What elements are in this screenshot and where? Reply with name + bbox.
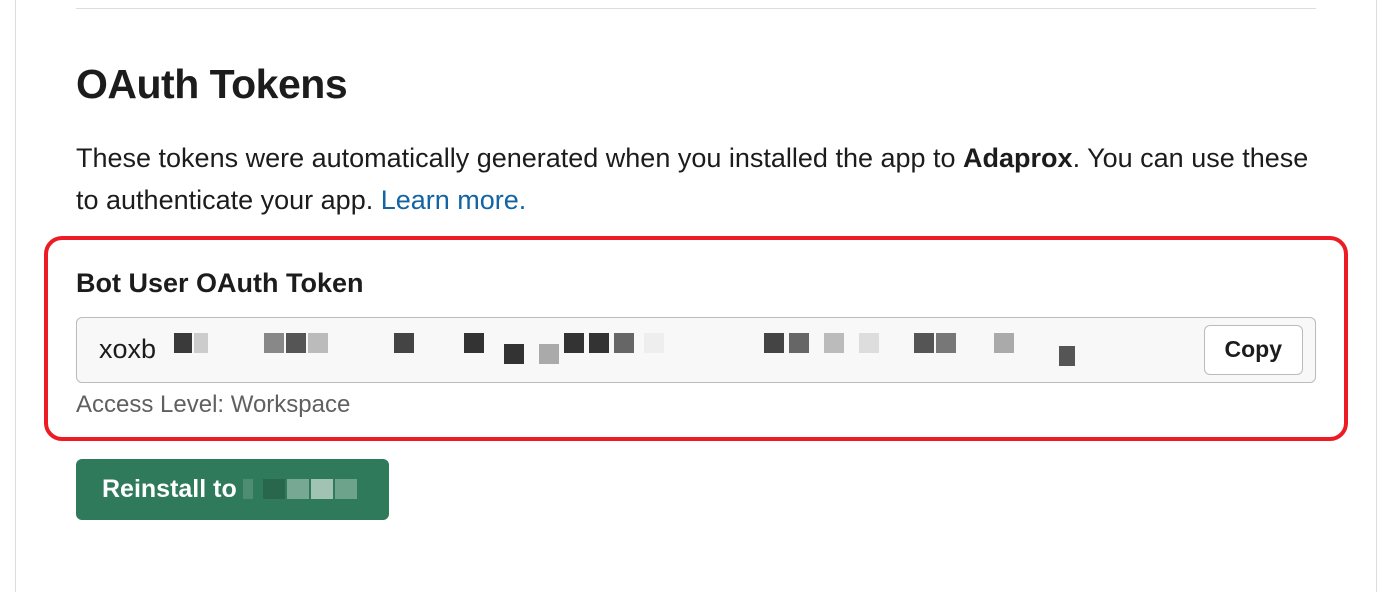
description-text-before: These tokens were automatically generate… [76,143,963,173]
section-description: These tokens were automatically generate… [76,138,1316,222]
token-redacted [164,330,1203,370]
workspace-name: Adaprox [963,143,1073,173]
token-highlight-box: Bot User OAuth Token xoxb [44,236,1348,441]
reinstall-label-prefix: Reinstall to [102,475,237,504]
access-level: Access Level: Workspace [76,391,1316,419]
content-frame: OAuth Tokens These tokens were automatic… [15,0,1377,592]
token-label: Bot User OAuth Token [76,268,1316,299]
section-title: OAuth Tokens [76,61,1316,108]
copy-button[interactable]: Copy [1204,325,1304,375]
token-field[interactable]: xoxb [76,317,1316,383]
token-value-prefix: xoxb [99,334,156,365]
reinstall-button[interactable]: Reinstall to [76,459,389,520]
divider [76,8,1316,9]
learn-more-link[interactable]: Learn more. [381,185,527,215]
reinstall-workspace-redacted [243,477,363,501]
